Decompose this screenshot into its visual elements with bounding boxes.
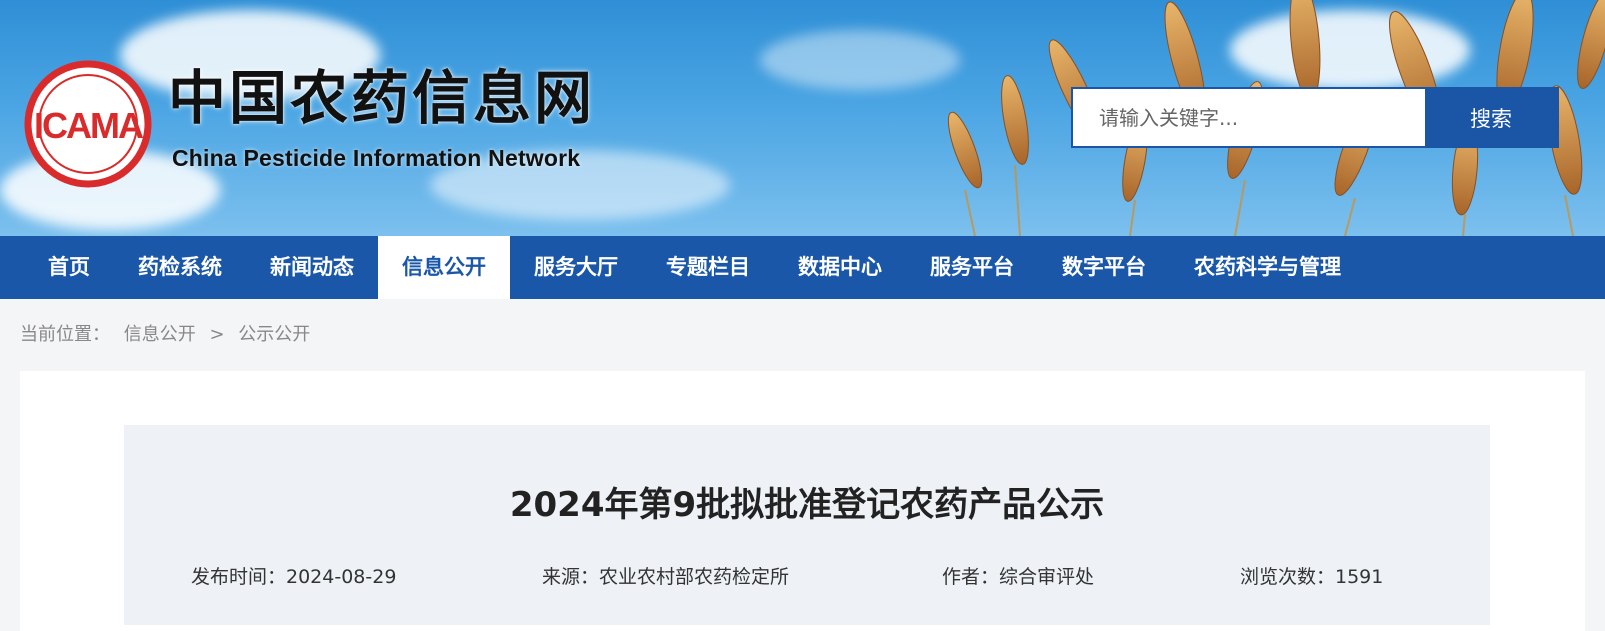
article-header: 2024年第9批拟批准登记农药产品公示 发布时间：2024-08-29 来源：农… [124,425,1490,625]
content-card: 2024年第9批拟批准登记农药产品公示 发布时间：2024-08-29 来源：农… [20,371,1585,631]
breadcrumb-separator: > [209,324,225,345]
nav-item-service-hall[interactable]: 服务大厅 [510,236,642,299]
site-subtitle: China Pesticide Information Network [172,145,581,171]
icama-logo: ICAMA [24,60,152,188]
breadcrumb-item-announcements[interactable]: 公示公开 [238,324,310,345]
nav-item-service-platform[interactable]: 服务平台 [906,236,1038,299]
nav-item-info-disclosure[interactable]: 信息公开 [378,236,510,299]
site-title: 中国农药信息网 [168,64,596,132]
search-box: 搜索 [1071,87,1559,148]
nav-item-home[interactable]: 首页 [24,236,114,299]
nav-item-inspection-system[interactable]: 药检系统 [114,236,246,299]
main-nav: 首页 药检系统 新闻动态 信息公开 服务大厅 专题栏目 数据中心 服务平台 数字… [0,236,1605,299]
nav-item-special-topics[interactable]: 专题栏目 [642,236,774,299]
nav-item-digital-platform[interactable]: 数字平台 [1038,236,1170,299]
breadcrumb-prefix: 当前位置： [20,324,110,345]
article-source: 来源：农业农村部农药检定所 [542,566,790,588]
article-title: 2024年第9批拟批准登记农药产品公示 [509,485,1105,525]
header-banner: ICAMA 中国农药信息网 China Pesticide Informatio… [0,0,1605,236]
search-button[interactable]: 搜索 [1425,89,1557,146]
view-count: 浏览次数：1591 [1240,566,1384,588]
nav-item-pesticide-science[interactable]: 农药科学与管理 [1170,236,1365,299]
nav-item-news[interactable]: 新闻动态 [246,236,378,299]
publish-time: 发布时间：2024-08-29 [191,566,397,588]
search-input[interactable] [1073,89,1425,146]
nav-item-data-center[interactable]: 数据中心 [774,236,906,299]
breadcrumb-item-info-disclosure[interactable]: 信息公开 [124,324,196,345]
article-author: 作者：综合审评处 [942,566,1095,588]
breadcrumb: 当前位置： 信息公开 > 公示公开 [0,299,1605,371]
svg-text:ICAMA: ICAMA [34,105,144,146]
